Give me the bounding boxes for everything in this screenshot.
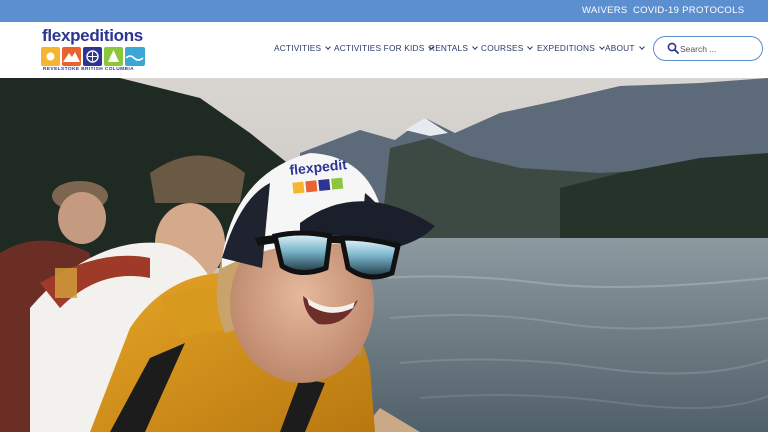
nav-item-activities[interactable]: ACTIVITIES xyxy=(274,43,332,53)
search-box[interactable] xyxy=(653,36,763,61)
nav-item-rentals[interactable]: RENTALS xyxy=(429,43,478,53)
chevron-down-icon xyxy=(325,44,332,50)
covid-protocols-link[interactable]: COVID-19 PROTOCOLS xyxy=(633,5,744,16)
chevron-down-icon xyxy=(599,44,605,50)
nav-item-courses[interactable]: COURSES xyxy=(481,43,534,53)
site-header: flexpeditions REVELSTOKE BRITISH COLUMBI… xyxy=(0,22,768,78)
nav-item-activities-for-kids[interactable]: ACTIVITIES FOR KIDS xyxy=(334,43,435,53)
hero-image: flexpedit xyxy=(0,78,768,432)
chevron-down-icon xyxy=(638,44,645,50)
top-utility-bar: WAIVERS COVID-19 PROTOCOLS xyxy=(0,0,768,22)
nav-item-label: RENTALS xyxy=(429,43,469,53)
nav-item-label: ACTIVITIES FOR KIDS xyxy=(334,43,425,53)
chevron-down-icon xyxy=(527,44,534,50)
search-input[interactable] xyxy=(680,41,758,56)
nav-item-label: ACTIVITIES xyxy=(274,43,322,53)
nav-item-label: EXPEDITIONS xyxy=(537,43,595,53)
main-navigation: ACTIVITIES ACTIVITIES FOR KIDS RENTALS C… xyxy=(0,22,768,78)
hero-video[interactable]: flexpedit xyxy=(0,78,768,432)
nav-item-label: ABOUT xyxy=(605,43,635,53)
waivers-link[interactable]: WAIVERS xyxy=(582,5,628,16)
search-icon[interactable] xyxy=(667,42,679,54)
nav-item-expeditions[interactable]: EXPEDITIONS xyxy=(537,43,605,53)
nav-item-label: COURSES xyxy=(481,43,524,53)
nav-item-about[interactable]: ABOUT xyxy=(605,43,645,53)
chevron-down-icon xyxy=(472,44,478,50)
